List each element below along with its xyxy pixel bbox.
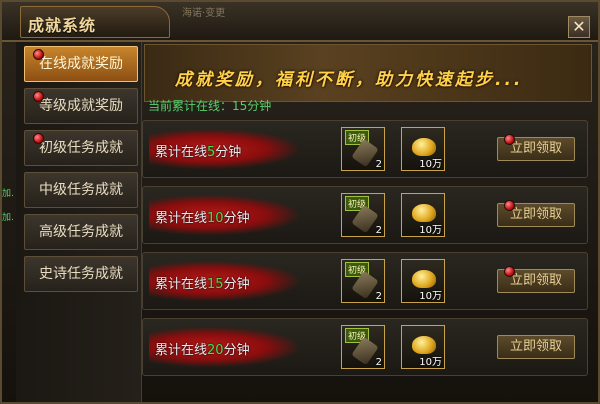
reward-item-slot[interactable]: 初级 2 [341,193,385,237]
gold-amount: 10万 [419,159,442,170]
alert-dot-icon [504,200,515,211]
requirement-minutes: 15 [207,277,224,292]
requirement-suffix: 分钟 [223,277,250,292]
requirement-suffix: 分钟 [215,145,242,160]
reward-item-slot[interactable]: 初级 2 [341,325,385,369]
claim-button[interactable]: 立即领取 [497,134,575,161]
alert-dot-icon [33,133,44,144]
item-count: 2 [375,159,382,170]
alert-dot-icon [504,266,515,277]
sidebar-item-epic-tasks[interactable]: 史诗任务成就 [24,256,138,292]
item-count: 2 [375,225,382,236]
reward-banner: 成就奖励，福利不断，助力快速起步... [144,44,592,102]
sidebar-item-label: 中级任务成就 [39,182,123,198]
reward-requirement: 累计在线15分钟 [155,273,250,292]
reward-requirement: 累计在线5分钟 [155,141,241,160]
sidebar-item-label: 在线成就奖励 [39,56,123,72]
sidebar-item-label: 史诗任务成就 [39,266,123,282]
requirement-minutes: 20 [207,343,224,358]
gold-ingot-icon [412,204,436,222]
claim-button-label: 立即领取 [509,207,562,222]
reward-row: 累计在线20分钟 初级 2 10万 立即领取 [142,318,588,376]
window-title: 成就系统 [28,16,97,35]
requirement-suffix: 分钟 [223,343,250,358]
gold-ingot-icon [412,270,436,288]
banner-slogan: 成就奖励，福利不断，助力快速起步... [175,70,524,90]
alert-dot-icon [504,134,515,145]
requirement-suffix: 分钟 [223,211,250,226]
claim-button[interactable]: 立即领取 [497,335,575,359]
reward-gold-slot[interactable]: 10万 [401,325,445,369]
achievement-window: 成就系统 海诺·变更 ✕ 在线成就奖励 等级成就奖励 初级任务成就 中级任务成就… [0,0,600,404]
sidebar-item-beginner-tasks[interactable]: 初级任务成就 [24,130,138,166]
requirement-minutes: 10 [207,211,224,226]
edge-text: 加. [2,213,14,223]
sidebar-item-advanced-tasks[interactable]: 高级任务成就 [24,214,138,250]
requirement-prefix: 累计在线 [155,145,208,160]
item-count: 2 [375,291,382,302]
reward-requirement: 累计在线20分钟 [155,339,250,358]
claim-button-label: 立即领取 [509,273,562,288]
requirement-prefix: 累计在线 [155,343,208,358]
claim-button[interactable]: 立即领取 [497,200,575,227]
alert-dot-icon [33,49,44,60]
reward-gold-slot[interactable]: 10万 [401,193,445,237]
reward-gold-slot[interactable]: 10万 [401,127,445,171]
reward-row: 累计在线10分钟 初级 2 10万 立即领取 [142,186,588,244]
gold-amount: 10万 [419,291,442,302]
reward-item-slot[interactable]: 初级 2 [341,259,385,303]
sidebar-item-label: 高级任务成就 [39,224,123,240]
reward-row: 累计在线15分钟 初级 2 10万 立即领取 [142,252,588,310]
sidebar-item-level-rewards[interactable]: 等级成就奖励 [24,88,138,124]
claim-button-label: 立即领取 [509,141,562,156]
reward-row: 累计在线5分钟 初级 2 10万 立即领取 [142,120,588,178]
sidebar-item-label: 等级成就奖励 [39,98,123,114]
requirement-prefix: 累计在线 [155,211,208,226]
edge-text: 加. [2,189,14,199]
sidebar-item-intermediate-tasks[interactable]: 中级任务成就 [24,172,138,208]
gold-ingot-icon [412,138,436,156]
header-decoration-text: 海诺·变更 [182,8,226,19]
close-button[interactable]: ✕ [568,16,590,38]
requirement-prefix: 累计在线 [155,277,208,292]
reward-item-slot[interactable]: 初级 2 [341,127,385,171]
reward-requirement: 累计在线10分钟 [155,207,250,226]
sidebar-item-online-rewards[interactable]: 在线成就奖励 [24,46,138,82]
sidebar-item-label: 初级任务成就 [39,140,123,156]
current-online-time: 当前累计在线：15分钟 [148,99,272,113]
title-bar: 成就系统 海诺·变更 ✕ [2,2,598,42]
alert-dot-icon [33,91,44,102]
claim-button-label: 立即领取 [509,339,562,354]
gold-amount: 10万 [419,225,442,236]
claim-button[interactable]: 立即领取 [497,266,575,293]
reward-gold-slot[interactable]: 10万 [401,259,445,303]
item-count: 2 [375,357,382,368]
gold-ingot-icon [412,336,436,354]
sidebar: 在线成就奖励 等级成就奖励 初级任务成就 中级任务成就 高级任务成就 史诗任务成… [16,42,142,402]
gold-amount: 10万 [419,357,442,368]
